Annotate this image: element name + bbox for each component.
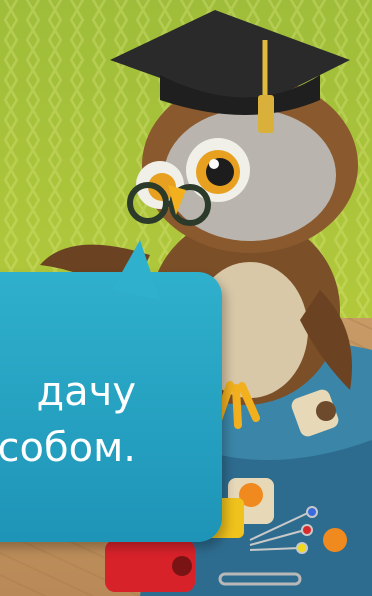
speech-bubble-text: дачу собом. — [0, 364, 222, 476]
illustration-scene: дачу собом. — [0, 0, 372, 596]
speech-line-2: собом. — [0, 425, 136, 471]
speech-bubble-tail — [112, 240, 160, 300]
speech-line-1: дачу — [36, 369, 136, 415]
